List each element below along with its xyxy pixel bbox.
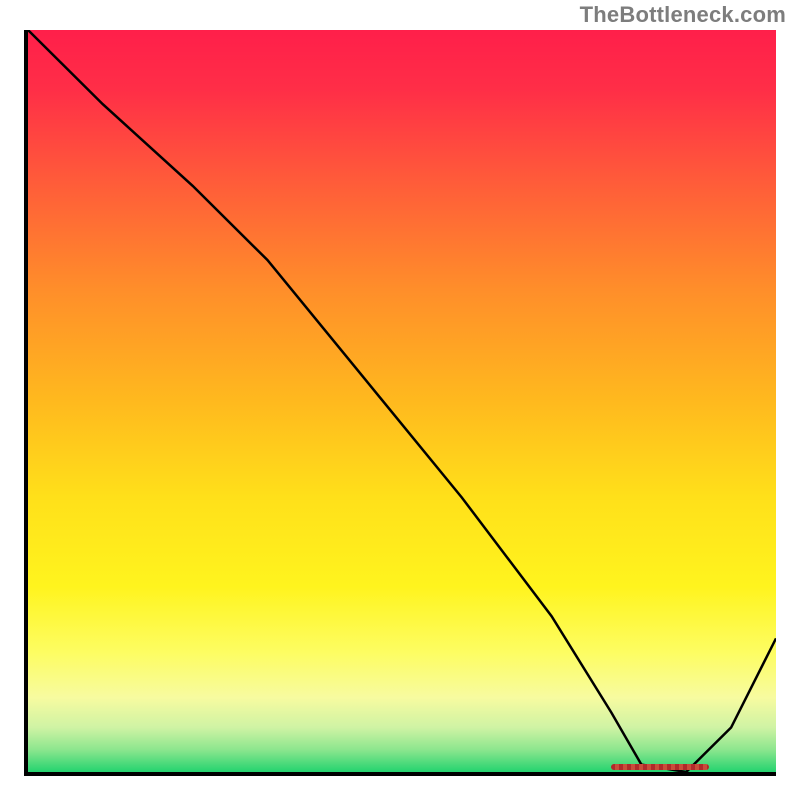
optimal-range-marker [611, 764, 708, 770]
heat-gradient-background [28, 30, 776, 772]
chart-container: TheBottleneck.com [0, 0, 800, 800]
plot-area [24, 30, 776, 776]
watermark-text: TheBottleneck.com [580, 2, 786, 28]
